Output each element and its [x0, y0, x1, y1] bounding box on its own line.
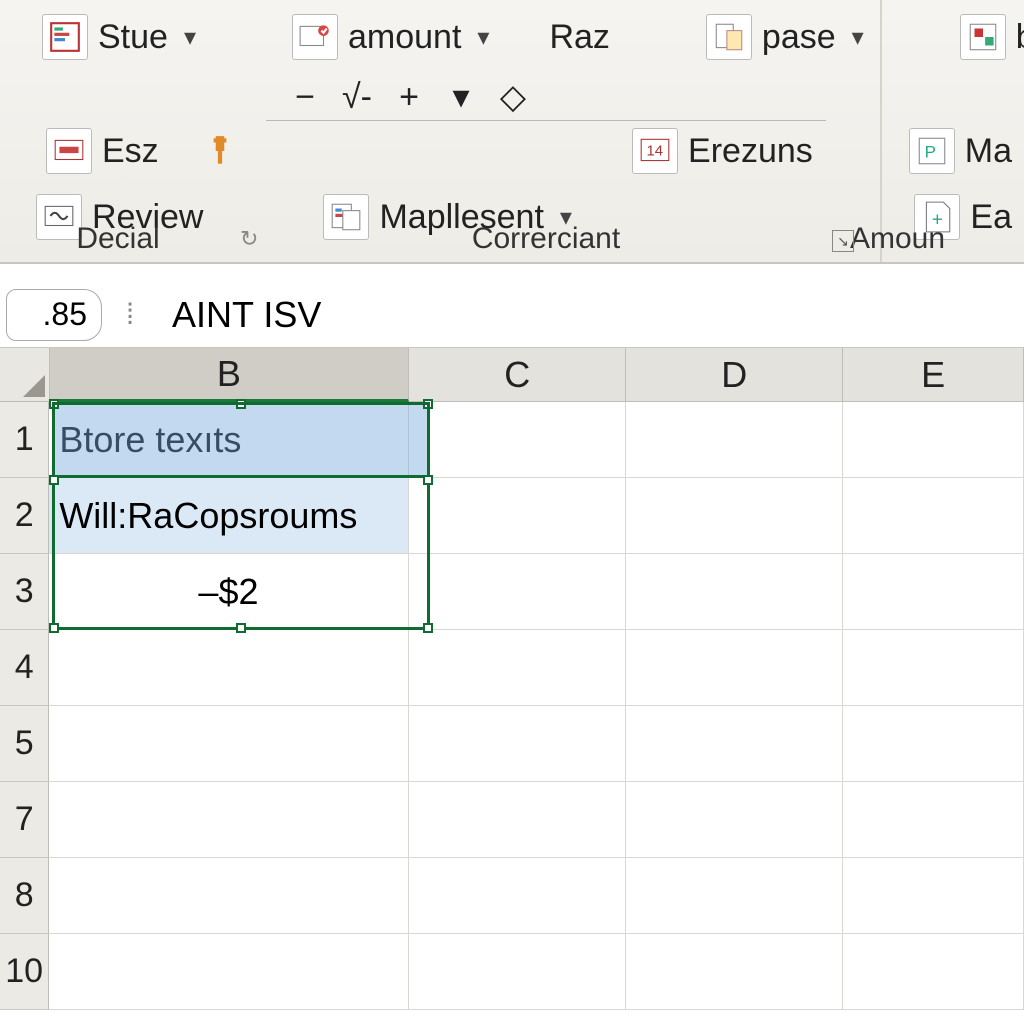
cell-b7[interactable] [49, 782, 408, 858]
cell-c1[interactable] [409, 402, 626, 478]
row-header[interactable]: 1 [0, 402, 49, 478]
cell-c2[interactable] [409, 478, 626, 554]
group-label-correrciant: Correrciant [266, 222, 826, 256]
br-icon [960, 14, 1006, 60]
esz-icon [46, 128, 92, 174]
cell-e1[interactable] [843, 402, 1024, 478]
dropdown-caret-button[interactable]: ▾ [446, 77, 476, 117]
stue-button[interactable]: Stue ▾ [30, 10, 208, 64]
cell-c7[interactable] [409, 782, 626, 858]
cell-d5[interactable] [626, 706, 843, 782]
cell-e2[interactable] [843, 478, 1024, 554]
esz-label: Esz [102, 132, 159, 171]
formula-bar: .85 ⁞ [0, 282, 1024, 348]
diamond-button[interactable]: ◇ [498, 77, 528, 117]
cell-d7[interactable] [626, 782, 843, 858]
dialog-launcher[interactable]: ↘ [832, 230, 854, 252]
row-header[interactable]: 10 [0, 934, 49, 1010]
row-header[interactable]: 3 [0, 554, 49, 630]
column-header-c[interactable]: C [409, 348, 626, 402]
plus-button[interactable]: + [394, 78, 424, 117]
row-header[interactable]: 4 [0, 630, 49, 706]
cell-e3[interactable] [843, 554, 1024, 630]
ma-label: Ma [965, 132, 1012, 171]
amount-icon [292, 14, 338, 60]
mini-separator [266, 120, 826, 121]
cell-c3[interactable] [409, 554, 626, 630]
cell-e7[interactable] [843, 782, 1024, 858]
chevron-down-icon: ▾ [184, 23, 196, 52]
cell-e10[interactable] [843, 934, 1024, 1010]
cell-c5[interactable] [409, 706, 626, 782]
cell-b8[interactable] [49, 858, 408, 934]
row-header[interactable]: 5 [0, 706, 49, 782]
amount-label: amount [348, 18, 461, 57]
chevron-down-icon: ▾ [852, 23, 864, 52]
cell-b1[interactable]: Btore texıts [49, 402, 408, 478]
cell-value: –$2 [198, 571, 258, 613]
row-header[interactable]: 7 [0, 782, 49, 858]
cell-c8[interactable] [409, 858, 626, 934]
pin-icon[interactable] [197, 128, 243, 174]
cell-b5[interactable] [49, 706, 408, 782]
spreadsheet-grid: B C D E 1 Btore texıts 2 Will:RaCopsroum… [0, 348, 1024, 1010]
cell-value: Will:RaCopsroums [59, 495, 357, 537]
erezuns-button[interactable]: 14 Erezuns [620, 124, 825, 178]
cell-e8[interactable] [843, 858, 1024, 934]
column-header-e[interactable]: E [843, 348, 1024, 402]
row-header[interactable]: 2 [0, 478, 49, 554]
svg-text:P: P [924, 142, 935, 161]
cell-e4[interactable] [843, 630, 1024, 706]
check-minus-button[interactable]: √- [342, 78, 372, 117]
chevron-down-icon: ▾ [477, 23, 489, 52]
cell-d3[interactable] [626, 554, 843, 630]
cell-d4[interactable] [626, 630, 843, 706]
cell-d8[interactable] [626, 858, 843, 934]
stue-icon [42, 14, 88, 60]
formula-input[interactable] [158, 289, 1024, 341]
br-button[interactable]: br [948, 10, 1024, 64]
cell-d2[interactable] [626, 478, 843, 554]
name-box[interactable]: .85 [6, 289, 102, 341]
pase-button[interactable]: pase ▾ [694, 10, 876, 64]
column-header-b[interactable]: B [50, 348, 410, 402]
cell-b4[interactable] [49, 630, 408, 706]
cell-b3[interactable]: –$2 [49, 554, 408, 630]
br-label: br [1016, 18, 1024, 57]
raz-button[interactable]: Raz [537, 14, 621, 61]
svg-text:14: 14 [647, 143, 664, 159]
stue-label: Stue [98, 18, 168, 57]
erezuns-icon: 14 [632, 128, 678, 174]
cell-value: Btore texıts [59, 419, 241, 461]
pase-label: pase [762, 18, 836, 57]
amount-button[interactable]: amount ▾ [280, 10, 501, 64]
erezuns-label: Erezuns [688, 132, 813, 171]
cell-b2[interactable]: Will:RaCopsroums [49, 478, 408, 554]
cell-c10[interactable] [409, 934, 626, 1010]
group-label-amoun: Amoun [826, 222, 1016, 256]
ma-icon: P [909, 128, 955, 174]
cell-b10[interactable] [49, 934, 408, 1010]
esz-button[interactable]: Esz [34, 124, 171, 178]
row-header[interactable]: 8 [0, 858, 49, 934]
select-all-triangle[interactable] [0, 348, 50, 402]
cell-d10[interactable] [626, 934, 843, 1010]
cell-e5[interactable] [843, 706, 1024, 782]
refresh-icon[interactable]: ↻ [240, 226, 258, 252]
fx-handle[interactable]: ⁞ [116, 298, 144, 332]
ribbon: Stue ▾ amount ▾ Raz pase ▾ br [0, 0, 1024, 264]
cell-c4[interactable] [409, 630, 626, 706]
column-header-d[interactable]: D [626, 348, 843, 402]
pase-icon [706, 14, 752, 60]
ma-button[interactable]: P Ma [897, 124, 1024, 178]
group-label-decial: Decial [0, 222, 236, 256]
minus-button[interactable]: − [290, 78, 320, 117]
raz-label: Raz [549, 18, 609, 57]
cell-d1[interactable] [626, 402, 843, 478]
